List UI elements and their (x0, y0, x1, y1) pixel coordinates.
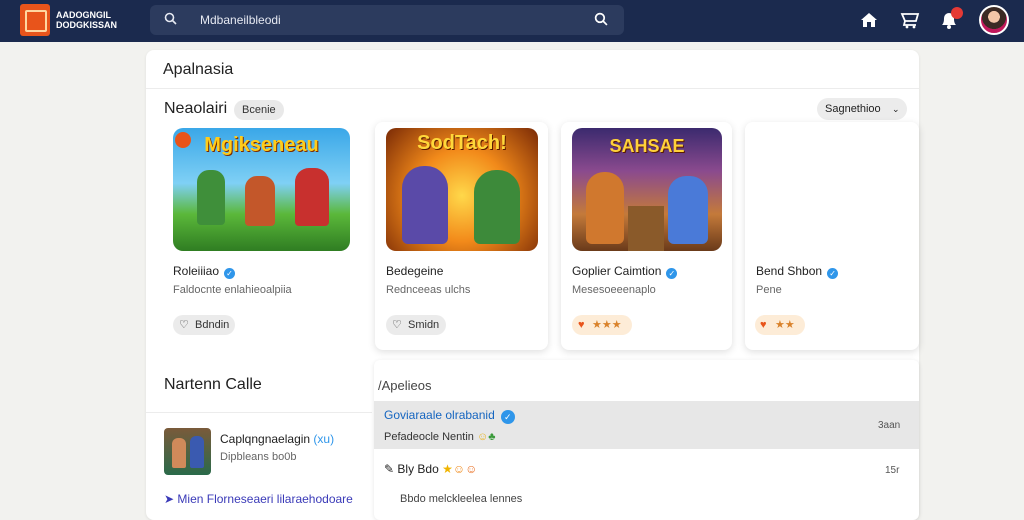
thumbnail-title: SAHSAE (609, 136, 685, 156)
game-title-text: Goplier Caimtion (572, 264, 662, 278)
emoji-icon: ☺ (452, 462, 466, 476)
rating-stars: ★★ (775, 319, 795, 331)
game-title: Bend Shbon ✓ (756, 264, 839, 279)
app-logo[interactable] (20, 4, 50, 36)
character-figure (172, 438, 186, 468)
activity-row[interactable]: ✎ Bly Bdo ★☺☺ (384, 462, 477, 476)
star-icon: ★ (442, 462, 453, 476)
game-action-label: Smidn (408, 319, 440, 331)
list-item-name: Caplqngnaelagin (220, 432, 311, 446)
section-filter-chip[interactable]: Bcenie (234, 100, 284, 120)
activity-row-time: 15r (885, 465, 900, 476)
game-subtitle: Mesesoeeenaplo (572, 284, 656, 296)
track-path (628, 206, 664, 251)
left-divider (146, 412, 372, 413)
character-figure (586, 172, 624, 244)
search-input[interactable]: Mdbaneilbleodi (200, 13, 281, 27)
character-figure (402, 166, 448, 244)
left-footer-link-text: Mien Florneseaeri lilaraehodoare (177, 492, 353, 506)
cart-icon[interactable] (900, 10, 920, 30)
chevron-down-icon: ⌄ (892, 104, 900, 114)
link-icon: ➤ (164, 492, 175, 506)
game-rating-button[interactable]: ♥ ★★★ (572, 315, 632, 335)
section-title: Neaolairi (164, 100, 228, 117)
game-title-text: Bedegeine (386, 264, 444, 278)
search-submit-icon[interactable] (594, 12, 608, 26)
game-title: Roleiiiao ✓ (173, 264, 236, 279)
game-thumbnail[interactable]: SAHSAE (572, 128, 722, 251)
game-badge-icon (175, 132, 191, 148)
home-icon[interactable] (859, 10, 879, 30)
game-action-button[interactable]: ♡ Bdndin (173, 315, 235, 335)
search-icon (164, 12, 177, 25)
left-footer-link[interactable]: ➤ Mien Florneseaeri lilaraehodoare (164, 492, 353, 506)
game-title-text: Roleiiiao (173, 264, 220, 278)
verified-icon: ✓ (500, 410, 515, 424)
heart-icon: ♡ (179, 319, 189, 331)
character-figure (197, 170, 225, 225)
list-item-title[interactable]: Caplqngnaelagin (xu) (220, 432, 334, 446)
user-avatar[interactable] (979, 5, 1009, 35)
title-divider (146, 88, 919, 89)
verified-icon: ✓ (666, 268, 678, 279)
game-rating-button[interactable]: ♥ ★★ (755, 315, 805, 335)
brand-line-1: AADOGNGIL (56, 10, 111, 20)
heart-icon: ♥ (760, 319, 767, 331)
activity-row-sub-text: Pefadeocle Nentin (384, 431, 474, 443)
activity-row-name: Goviaraale olrabanid (384, 408, 495, 422)
thumbnail-title: SodTach! (417, 132, 507, 154)
search-bar[interactable]: Mdbaneilbleodi (150, 5, 624, 35)
activity-row-text[interactable]: Bbdo melckleelea lennes (400, 493, 522, 505)
game-thumbnail[interactable]: SodTach! (386, 128, 538, 251)
list-item-tag: (xu) (313, 432, 335, 446)
left-section-title: Nartenn Calle (164, 376, 262, 393)
game-subtitle: Pene (756, 284, 782, 296)
activity-panel-title: /Apelieos (378, 378, 432, 393)
character-figure (295, 168, 329, 226)
activity-row-name: Bly Bdo (397, 462, 439, 476)
emoji-icon: ☺ (465, 462, 478, 476)
game-thumbnail[interactable]: Mgikseneau (173, 128, 350, 251)
game-action-button[interactable]: ♡ Smidn (386, 315, 446, 335)
verified-icon: ✓ (827, 268, 839, 279)
logo-mark (25, 10, 47, 32)
emoji-icon: ☺ (476, 431, 489, 443)
pencil-icon: ✎ (384, 462, 395, 476)
notification-badge (951, 7, 963, 19)
game-action-label: Bdndin (195, 319, 230, 331)
game-subtitle: Faldocnte enlahieoalpiia (173, 284, 292, 296)
character-figure (668, 176, 708, 244)
rating-stars: ★★★ (592, 319, 622, 331)
character-figure (190, 436, 204, 468)
heart-icon: ♥ (578, 319, 585, 331)
game-title: Bedegeine (386, 264, 443, 278)
sort-dropdown[interactable]: Sagnethioo ⌄ (817, 98, 907, 120)
game-subtitle: Rednceeas ulchs (386, 284, 471, 296)
heart-icon: ♡ (392, 319, 402, 331)
verified-icon: ✓ (224, 268, 236, 279)
sort-label: Sagnethioo (825, 103, 881, 115)
activity-row-time: 3aan (878, 420, 901, 431)
game-title: Goplier Caimtion ✓ (572, 264, 678, 279)
thumbnail-title: Mgikseneau (204, 134, 319, 156)
activity-row-subtitle: Pefadeocle Nentin ☺♣ (384, 431, 495, 443)
list-item-subtitle: Dipbleans bo0b (220, 451, 297, 463)
character-figure (474, 170, 520, 244)
clover-icon: ♣ (488, 431, 496, 443)
brand-name: AADOGNGIL DODGKISSAN (56, 10, 117, 30)
brand-line-2: DODGKISSAN (56, 20, 118, 30)
game-title-text: Bend Shbon (756, 264, 823, 278)
activity-row-title: Goviaraale olrabanid ✓ (384, 408, 515, 424)
page-title: Apalnasia (163, 61, 234, 78)
list-item-thumbnail[interactable] (164, 428, 211, 475)
character-figure (245, 176, 275, 226)
